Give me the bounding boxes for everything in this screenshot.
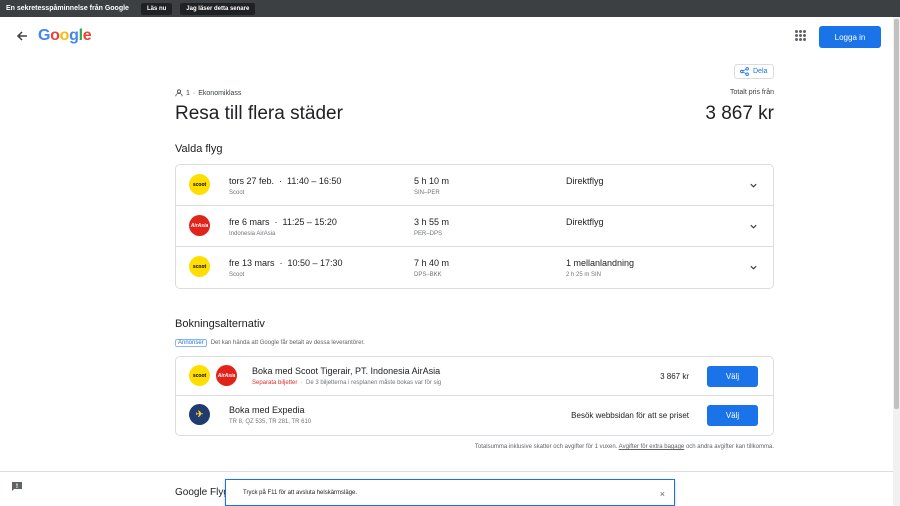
flight-duration: 3 h 55 m [414, 217, 450, 227]
scoot-logo: scoot [189, 174, 210, 195]
flight-airline: Scoot [229, 190, 245, 196]
total-price-note: Totalsumma inklusive skatter och avgifte… [474, 444, 774, 450]
flight-stops: Direktflyg [566, 176, 604, 186]
booking-option-flights: TR 8, QZ 535, TR 281, TR 610 [229, 419, 312, 425]
flight-row[interactable]: scoot tors 27 feb. · 11:40 – 16:50 Scoot… [176, 165, 773, 206]
total-price-label: Totalt pris från [730, 89, 774, 96]
flight-date-time: tors 27 feb. · 11:40 – 16:50 [229, 176, 342, 186]
expedia-logo-icon: ✈ [189, 404, 210, 425]
passenger-info: 1 · Ekonomiklass [175, 89, 241, 97]
privacy-reminder-bar: En sekretesspåminnelse från Google Läs n… [0, 0, 900, 17]
flight-duration: 5 h 10 m [414, 176, 450, 186]
toast-message: Tryck på F11 för att avsluta helskärmslä… [243, 489, 358, 496]
ads-tag[interactable]: Annonser [175, 339, 207, 347]
airasia-logo: AirAsia [216, 365, 237, 386]
select-button[interactable]: Välj [707, 405, 758, 426]
flight-route: DPS–BKK [414, 272, 442, 278]
share-icon [740, 67, 749, 76]
privacy-message: En sekretesspåminnelse från Google [6, 5, 129, 12]
flight-stops: 1 mellanlandning [566, 258, 635, 268]
footer-divider [0, 471, 893, 472]
flight-date-time: fre 6 mars · 11:25 – 15:20 [229, 217, 337, 227]
booking-option: ✈ Boka med Expedia TR 8, QZ 535, TR 281,… [176, 396, 773, 435]
back-arrow-icon[interactable] [14, 28, 30, 44]
person-icon [175, 89, 183, 97]
flight-stops: Direktflyg [566, 217, 604, 227]
cabin-class: Ekonomiklass [198, 89, 242, 97]
share-button[interactable]: Dela [734, 64, 774, 79]
google-logo[interactable]: Google [38, 27, 92, 45]
page-title: Resa till flera städer [175, 103, 343, 124]
selected-flights-heading: Valda flyg [175, 143, 223, 155]
footer-logo: Google Flyg [175, 487, 229, 498]
flight-layover: 2 h 25 m SIN [566, 272, 602, 278]
read-now-button[interactable]: Läs nu [140, 2, 173, 15]
chevron-down-icon[interactable] [749, 263, 758, 272]
read-later-button[interactable]: Jag läser detta senare [180, 2, 256, 15]
separate-tickets-label: Separata biljetter [252, 380, 298, 386]
scoot-logo: scoot [189, 365, 210, 386]
chevron-down-icon[interactable] [749, 222, 758, 231]
chevron-down-icon[interactable] [749, 181, 758, 190]
passenger-count: 1 [186, 89, 190, 97]
flight-airline: Scoot [229, 272, 245, 278]
select-button[interactable]: Välj [707, 366, 758, 387]
booking-option-note: Separata biljetter · De 3 biljetterna i … [252, 380, 442, 386]
flight-route: PER–DPS [414, 231, 443, 237]
feedback-icon[interactable] [11, 481, 23, 493]
scrollbar-thumb[interactable] [894, 19, 899, 409]
booking-option-price: 3 867 kr [660, 372, 689, 381]
total-price: 3 867 kr [705, 103, 774, 124]
scoot-logo: scoot [189, 256, 210, 277]
flight-duration: 7 h 40 m [414, 258, 450, 268]
flight-date-time: fre 13 mars · 10:50 – 17:30 [229, 258, 343, 268]
share-label: Dela [753, 68, 768, 75]
header: Google Logga in [0, 17, 893, 57]
flight-row[interactable]: AirAsia fre 6 mars · 11:25 – 15:20 Indon… [176, 206, 773, 247]
flight-airline: Indonesia AirAsia [229, 231, 276, 237]
booking-options-card: scoot AirAsia Boka med Scoot Tigerair, P… [175, 356, 774, 436]
baggage-fees-link[interactable]: Avgifter för extra bagage [619, 444, 685, 450]
booking-option-price: Besök webbsidan för att se priset [571, 411, 689, 420]
flight-row[interactable]: scoot fre 13 mars · 10:50 – 17:30 Scoot … [176, 247, 773, 288]
ads-text: Det kan hända att Google får betalt av d… [210, 340, 365, 346]
login-button[interactable]: Logga in [819, 26, 881, 48]
flight-route: SIN–PER [414, 190, 440, 196]
airasia-logo: AirAsia [189, 215, 210, 236]
apps-grid-icon[interactable] [795, 30, 806, 41]
selected-flights-card: scoot tors 27 feb. · 11:40 – 16:50 Scoot… [175, 164, 774, 289]
ads-disclosure: Annonser Det kan hända att Google får be… [175, 339, 365, 347]
booking-options-heading: Bokningsalternativ [175, 318, 265, 330]
booking-option-name: Boka med Scoot Tigerair, PT. Indonesia A… [252, 366, 441, 376]
booking-option: scoot AirAsia Boka med Scoot Tigerair, P… [176, 357, 773, 396]
fullscreen-toast: Tryck på F11 för att avsluta helskärmslä… [225, 479, 675, 506]
close-icon[interactable]: × [660, 489, 665, 499]
booking-option-name: Boka med Expedia [229, 405, 305, 415]
